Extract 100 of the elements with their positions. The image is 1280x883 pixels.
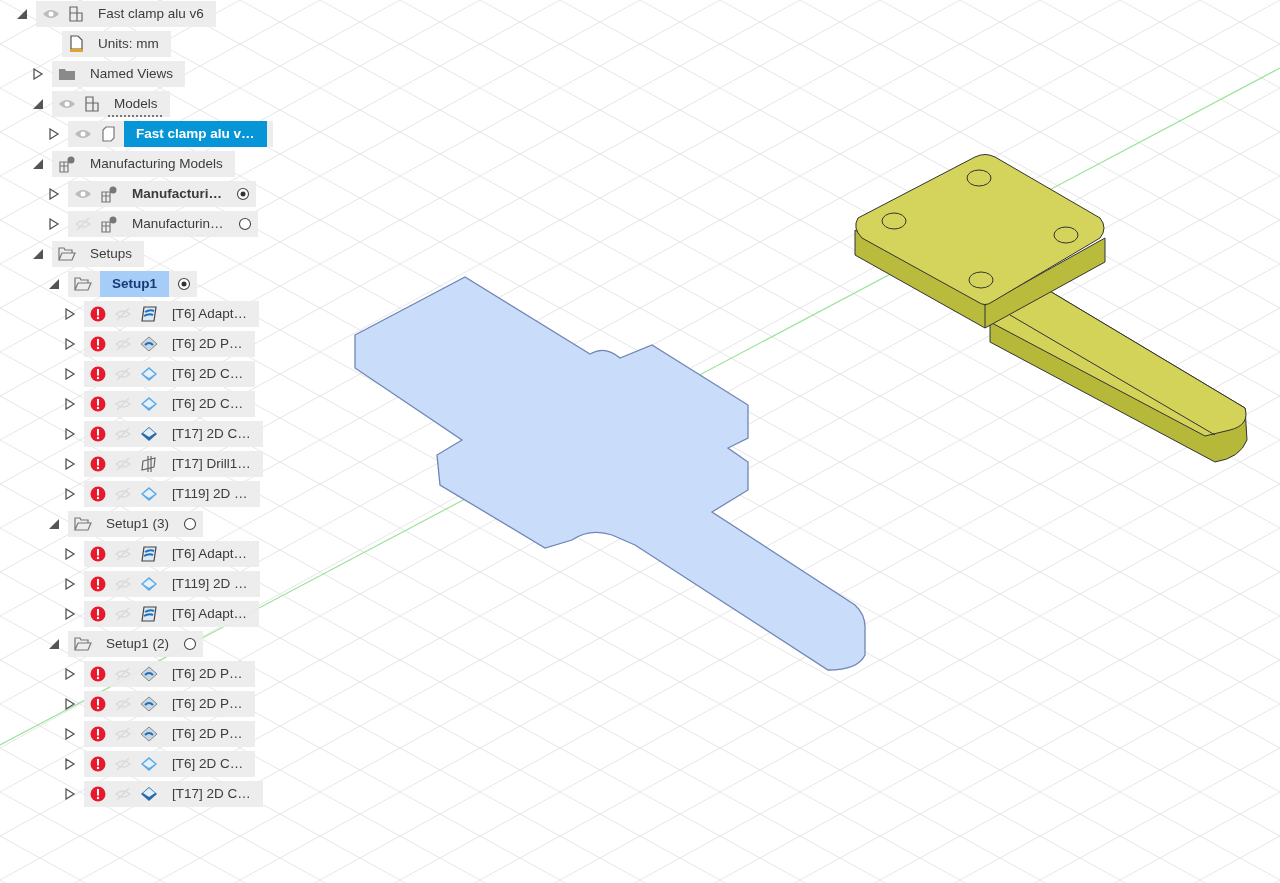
cube-icon [100, 126, 116, 142]
expand-arrow[interactable] [48, 218, 60, 230]
item-label: [T6] 2D P… [171, 725, 244, 743]
item-label: Manufacturing Models [89, 155, 224, 173]
tree-item[interactable]: Units: mm [62, 31, 171, 57]
radio-off[interactable] [183, 517, 198, 531]
collapse-arrow[interactable] [16, 8, 28, 20]
item-label: Setup1 (3) [105, 515, 171, 533]
expand-arrow[interactable] [64, 578, 76, 590]
adaptive-toolpath-icon [140, 605, 158, 623]
tree-item[interactable]: [T6] Adapt… [84, 601, 260, 627]
expand-arrow[interactable] [64, 668, 76, 680]
tree-item[interactable]: Models [52, 91, 170, 117]
tree-item[interactable]: Setups [52, 241, 145, 267]
expand-arrow[interactable] [64, 368, 76, 380]
item-label: [T6] 2D P… [171, 665, 244, 683]
item-label: Setups [89, 245, 134, 263]
tree-item[interactable]: [T6] Adapt… [84, 541, 260, 567]
tree-item[interactable]: [T6] Adapt… [84, 301, 260, 327]
expand-arrow[interactable] [64, 728, 76, 740]
tree-item[interactable]: Manufacturin… [68, 211, 258, 237]
open-folder-icon [74, 637, 92, 651]
tree-item[interactable]: [T6] 2D C… [84, 391, 256, 417]
gear-block-icon [100, 215, 118, 233]
expand-arrow[interactable] [64, 458, 76, 470]
tree-item[interactable]: [T17] Drill1… [84, 451, 263, 477]
tree-item[interactable]: [T17] 2D C… [84, 421, 263, 447]
item-label: Manufacturi… [131, 185, 223, 203]
item-label: Manufacturin… [131, 215, 225, 233]
collapse-arrow[interactable] [48, 518, 60, 530]
item-label: Setup1 (2) [105, 635, 171, 653]
expand-arrow[interactable] [64, 488, 76, 500]
radio-off[interactable] [237, 217, 252, 231]
tree-item[interactable]: [T6] 2D C… [84, 751, 256, 777]
pocket-toolpath-icon [140, 696, 158, 712]
item-label: [T6] Adapt… [171, 605, 249, 623]
expand-arrow[interactable] [64, 758, 76, 770]
drill-toolpath-icon [140, 455, 158, 473]
collapse-arrow[interactable] [32, 158, 44, 170]
radio-off[interactable] [183, 637, 198, 651]
tree-item[interactable]: Setup1 (2) [68, 631, 204, 657]
item-label: [T6] 2D P… [171, 335, 244, 353]
pocket-toolpath-icon [140, 336, 158, 352]
item-label: [T17] Drill1… [171, 455, 252, 473]
item-label: Units: mm [97, 35, 160, 53]
item-label: [T6] 2D C… [171, 365, 245, 383]
expand-arrow[interactable] [48, 128, 60, 140]
adaptive-toolpath-icon [140, 305, 158, 323]
pocket-toolpath-icon [140, 726, 158, 742]
tree-item[interactable]: Manufacturing Models [52, 151, 235, 177]
expand-arrow[interactable] [64, 698, 76, 710]
tree-item[interactable]: Fast clamp alu v6 [36, 1, 216, 27]
expand-arrow[interactable] [64, 788, 76, 800]
contour-toolpath-icon [140, 396, 158, 412]
item-label: [T17] 2D C… [171, 425, 252, 443]
gear-block-icon [58, 155, 76, 173]
tree-item[interactable]: [T6] 2D C… [84, 361, 256, 387]
item-label: [T6] 2D C… [171, 395, 245, 413]
tree-item[interactable]: [T6] 2D P… [84, 691, 255, 717]
expand-arrow[interactable] [48, 188, 60, 200]
expand-arrow[interactable] [32, 68, 44, 80]
tree-item[interactable]: [T17] 2D C… [84, 781, 263, 807]
adaptive-toolpath-icon [140, 545, 158, 563]
open-folder-icon [58, 247, 76, 261]
tree-item[interactable]: Setup1 [68, 271, 197, 297]
expand-arrow[interactable] [64, 398, 76, 410]
tree-item[interactable]: [T119] 2D … [84, 571, 260, 597]
component-icon [84, 95, 100, 113]
collapse-arrow[interactable] [48, 638, 60, 650]
radio-on[interactable] [177, 277, 191, 291]
open-folder-icon [74, 517, 92, 531]
gear-block-icon [100, 185, 118, 203]
item-label: Setup1 [100, 271, 169, 297]
expand-arrow[interactable] [64, 428, 76, 440]
pocket-toolpath-icon [140, 666, 158, 682]
tree-item[interactable]: Manufacturi… [68, 181, 256, 207]
radio-on[interactable] [236, 187, 250, 201]
expand-arrow[interactable] [64, 548, 76, 560]
contour-toolpath-icon [140, 756, 158, 772]
expand-arrow[interactable] [64, 608, 76, 620]
item-label: Fast clamp alu v… [124, 121, 267, 147]
tree-item[interactable]: [T6] 2D P… [84, 661, 255, 687]
expand-arrow[interactable] [64, 338, 76, 350]
tree-item[interactable]: Named Views [52, 61, 186, 87]
collapse-arrow[interactable] [32, 248, 44, 260]
contour-toolpath-icon [140, 426, 158, 442]
item-label: [T119] 2D … [171, 485, 249, 503]
component-icon [68, 5, 84, 23]
contour-toolpath-icon [140, 576, 158, 592]
item-label: Named Views [89, 65, 175, 83]
tree-item[interactable]: [T6] 2D P… [84, 721, 255, 747]
item-label: [T17] 2D C… [171, 785, 252, 803]
tree-item[interactable]: [T6] 2D P… [84, 331, 255, 357]
collapse-arrow[interactable] [48, 278, 60, 290]
item-label: [T119] 2D … [171, 575, 249, 593]
expand-arrow[interactable] [64, 308, 76, 320]
collapse-arrow[interactable] [32, 98, 44, 110]
tree-item[interactable]: Setup1 (3) [68, 511, 204, 537]
tree-item[interactable]: [T119] 2D … [84, 481, 260, 507]
contour-toolpath-icon [140, 366, 158, 382]
